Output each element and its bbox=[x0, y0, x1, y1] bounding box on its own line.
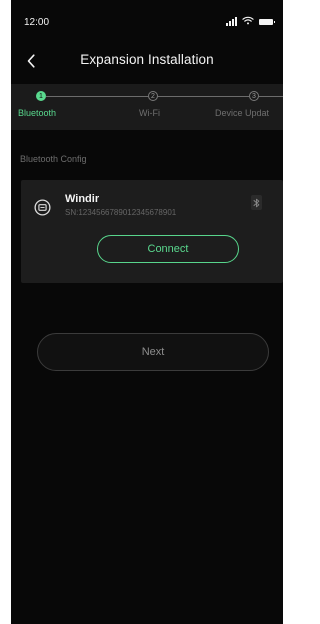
step-label-bluetooth: Bluetooth bbox=[18, 108, 57, 118]
step-indicator-device-update: 3 bbox=[249, 91, 259, 101]
page-title: Expansion Installation bbox=[80, 52, 214, 67]
status-bar: 12:00 bbox=[11, 0, 283, 44]
step-connector bbox=[259, 96, 283, 97]
step-label-device-update: Device Updat bbox=[215, 108, 270, 118]
step-connector bbox=[158, 96, 249, 97]
next-button[interactable]: Next bbox=[37, 333, 269, 371]
device-name: Windir bbox=[65, 193, 100, 205]
battery-icon bbox=[259, 19, 275, 25]
signal-icon bbox=[226, 17, 237, 26]
bluetooth-icon bbox=[253, 198, 260, 207]
bluetooth-config-label: Bluetooth Config bbox=[20, 154, 87, 164]
step-connector bbox=[46, 96, 148, 97]
wifi-icon bbox=[242, 16, 254, 28]
bluetooth-status-badge bbox=[251, 195, 262, 210]
phone-screen: 12:00 Expansion Installation 1 2 3 Bluet… bbox=[11, 0, 283, 624]
device-icon bbox=[34, 199, 51, 216]
bluetooth-device-card: Windir SN:12345667890123456789​01 Connec… bbox=[21, 180, 283, 283]
step-label-wifi: Wi-Fi bbox=[139, 108, 160, 118]
status-icons bbox=[226, 16, 275, 28]
device-serial-number: SN:12345667890123456789​01 bbox=[65, 208, 177, 217]
installation-stepper: 1 2 3 Bluetooth Wi-Fi Device Updat bbox=[11, 84, 283, 130]
nav-bar: Expansion Installation bbox=[11, 44, 283, 80]
connect-button[interactable]: Connect bbox=[97, 235, 239, 263]
step-indicator-bluetooth: 1 bbox=[36, 91, 46, 101]
step-indicator-wifi: 2 bbox=[148, 91, 158, 101]
status-time: 12:00 bbox=[24, 16, 50, 28]
